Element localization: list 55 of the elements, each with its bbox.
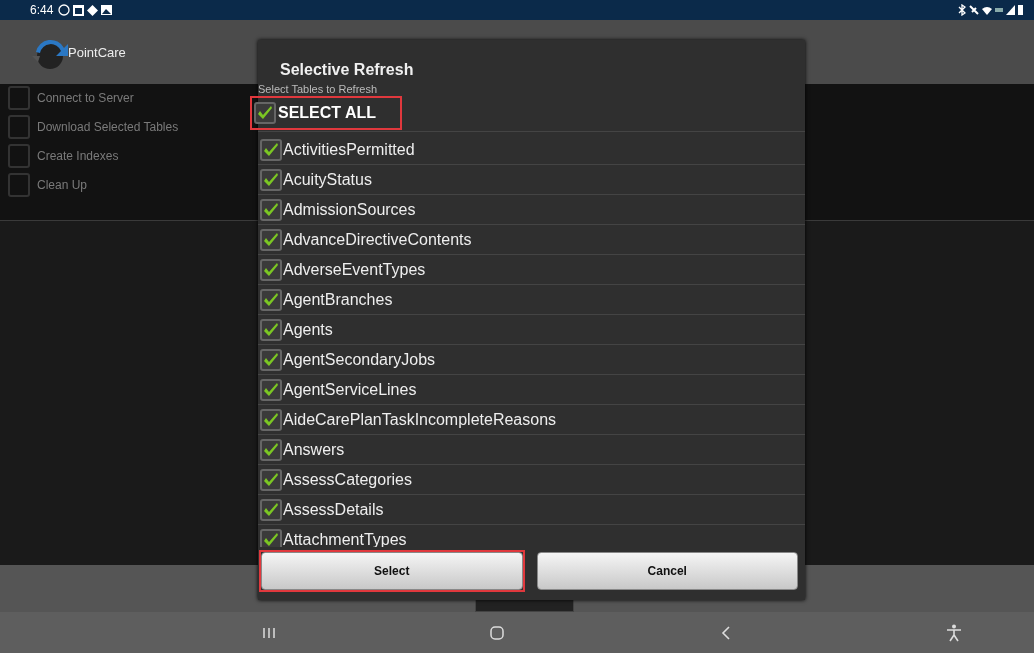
- table-checkbox[interactable]: [260, 498, 282, 521]
- step-label: Download Selected Tables: [37, 120, 179, 134]
- table-checkbox[interactable]: [260, 408, 282, 431]
- table-name: AgentServiceLines: [283, 380, 417, 399]
- table-checkbox[interactable]: [260, 378, 282, 401]
- table-name: AgentSecondaryJobs: [283, 350, 436, 369]
- step-label: Clean Up: [37, 178, 88, 192]
- step-checkbox[interactable]: [8, 115, 30, 139]
- app-title: PointCare: [68, 44, 126, 60]
- dialog-subtitle: Select Tables to Refresh: [258, 83, 379, 95]
- table-name: AdverseEventTypes: [283, 260, 426, 279]
- step-checkbox[interactable]: [8, 144, 30, 168]
- table-name: AdmissionSources: [283, 200, 416, 219]
- table-name: AdvanceDirectiveContents: [283, 230, 472, 249]
- step-checkbox[interactable]: [8, 86, 30, 110]
- dialog-button[interactable]: Cancel: [536, 552, 798, 590]
- table-checkbox[interactable]: [260, 228, 282, 251]
- table-name: ActivitiesPermitted: [283, 140, 415, 159]
- step-label: Connect to Server: [37, 91, 134, 105]
- recent-apps-icon[interactable]: [261, 625, 276, 640]
- table-checkbox[interactable]: [260, 258, 282, 281]
- table-name: AssessCategories: [283, 470, 412, 489]
- table-checkbox[interactable]: [260, 198, 282, 221]
- bluetooth-icon: [958, 4, 966, 16]
- table-name: Agents: [283, 320, 333, 339]
- status-time: 6:44: [30, 3, 54, 17]
- dialog-title: Selective Refresh: [279, 60, 415, 79]
- battery-icon: [1018, 5, 1023, 15]
- accessibility-icon[interactable]: [946, 623, 963, 642]
- table-checkbox[interactable]: [260, 528, 282, 547]
- circle-icon: [58, 4, 71, 16]
- table-checkbox[interactable]: [260, 288, 282, 311]
- table-name: AideCarePlanTaskIncompleteReasons: [283, 410, 557, 429]
- table-checkbox[interactable]: [260, 348, 282, 371]
- table-name: AssessDetails: [283, 500, 384, 519]
- table-name: Answers: [283, 440, 345, 459]
- table-checkbox[interactable]: [260, 318, 282, 341]
- table-name: AcuityStatus: [283, 170, 372, 189]
- home-icon[interactable]: [489, 624, 506, 641]
- step-label: Create Indexes: [37, 149, 119, 163]
- image-icon: [101, 5, 113, 15]
- table-checkbox[interactable]: [260, 438, 282, 461]
- table-checkbox[interactable]: [260, 168, 282, 191]
- table-name: AttachmentTypes: [283, 530, 407, 547]
- wifi-icon: [982, 5, 992, 15]
- signal-icon: [1006, 5, 1015, 15]
- select-all-label: SELECT ALL: [278, 104, 377, 122]
- dialog-button[interactable]: Select: [261, 552, 523, 590]
- select-all-checkbox[interactable]: [254, 102, 276, 124]
- table-name: AgentBranches: [283, 290, 393, 309]
- table-checkbox[interactable]: [260, 468, 282, 491]
- mute-icon: [969, 5, 979, 15]
- table-checkbox[interactable]: [260, 138, 282, 161]
- step-checkbox[interactable]: [8, 173, 30, 197]
- diamond-icon: [87, 4, 99, 16]
